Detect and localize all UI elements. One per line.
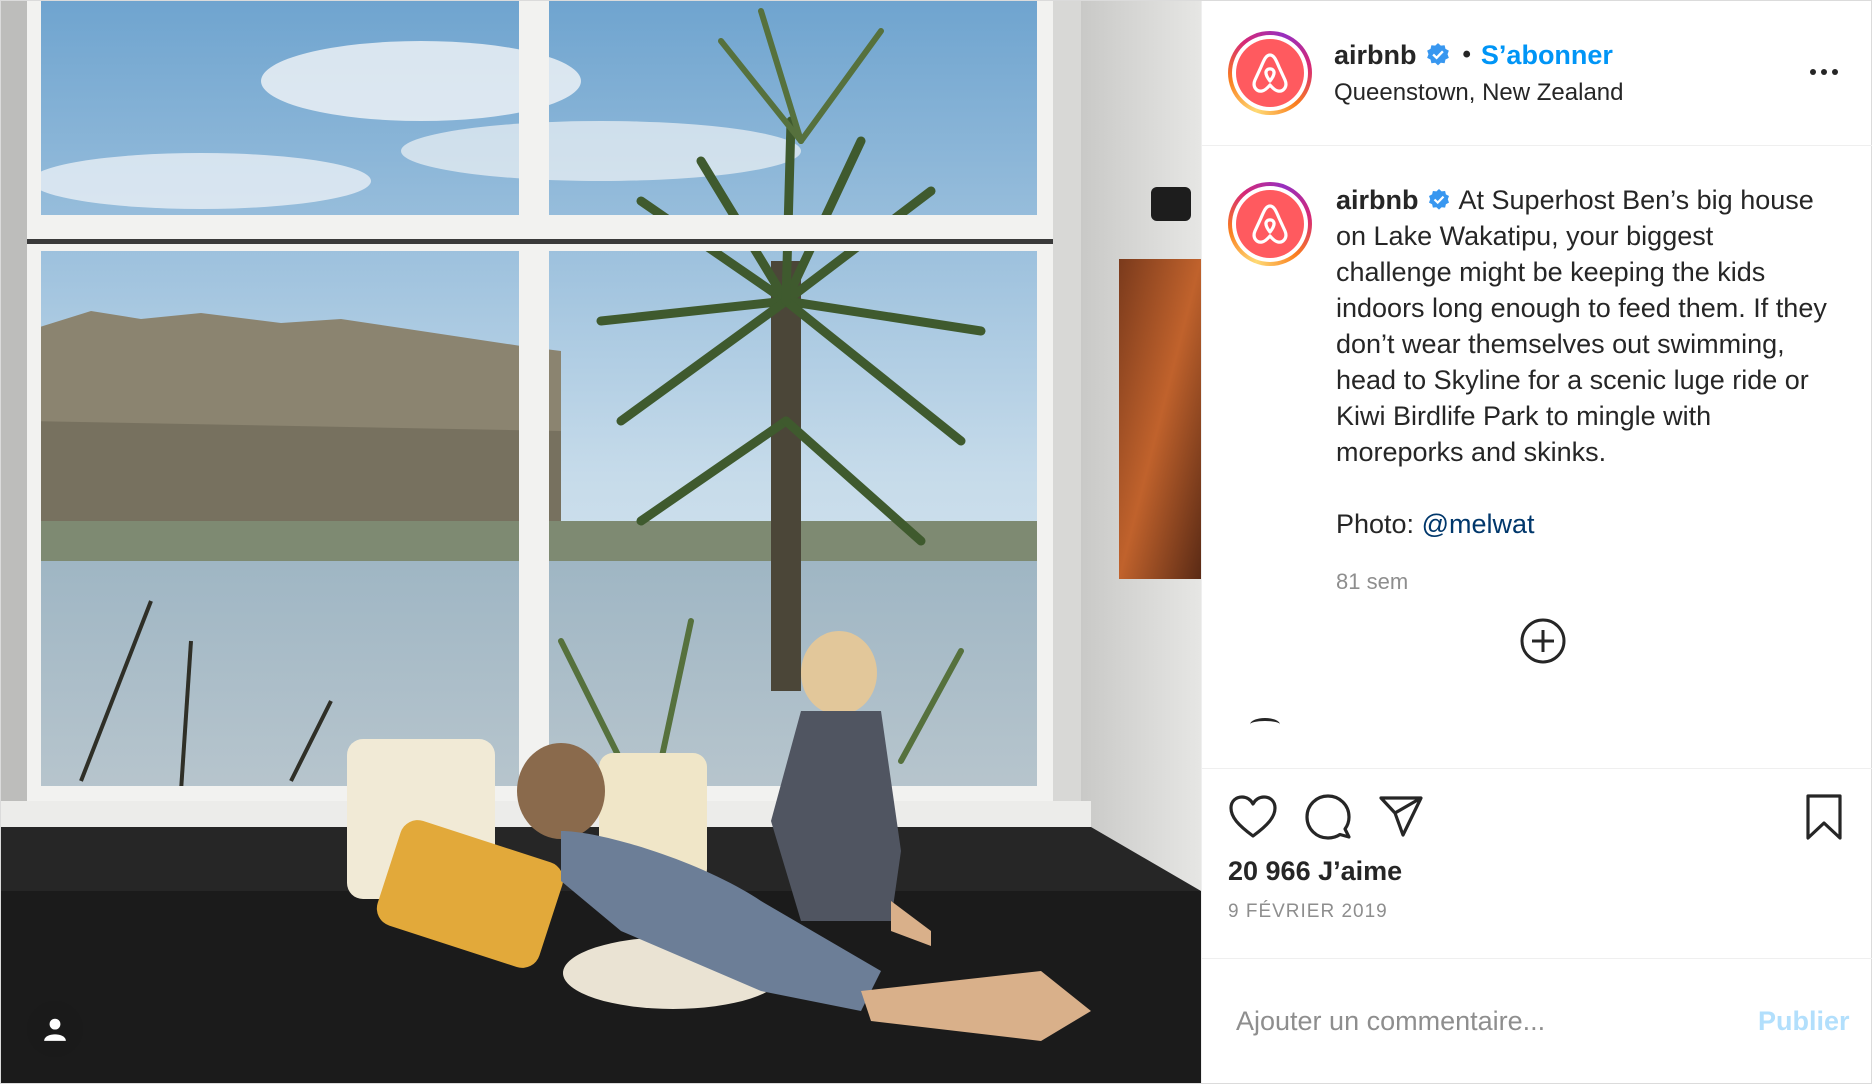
user-tag-icon[interactable] <box>27 1001 83 1057</box>
caption-timestamp[interactable]: 81 sem <box>1336 564 1836 600</box>
bookmark-icon[interactable] <box>1804 793 1844 846</box>
caption: airbnb At Superhost Ben’s big house on La… <box>1336 182 1836 600</box>
post-side-panel: airbnb • S’abonner Queenstown, New Zeala… <box>1201 1 1872 1083</box>
post-date[interactable]: 9 FÉVRIER 2019 <box>1228 901 1858 923</box>
comment-input[interactable] <box>1234 1004 1758 1038</box>
more-options-icon[interactable] <box>1809 57 1844 87</box>
post-container: airbnb • S’abonner Queenstown, New Zeala… <box>0 0 1872 1084</box>
photo-credit: Photo: @melwat <box>1336 506 1836 542</box>
heart-icon[interactable] <box>1228 794 1278 840</box>
airbnb-logo-icon <box>1252 53 1288 93</box>
verified-badge-icon <box>1425 42 1451 68</box>
comment-box: Publier <box>1202 958 1872 1083</box>
separator-dot: • <box>1462 41 1471 68</box>
next-comment-avatar-peek <box>1250 718 1280 731</box>
follow-button[interactable]: S’abonner <box>1481 40 1613 71</box>
avatar[interactable] <box>1228 31 1312 115</box>
username-link[interactable]: airbnb <box>1334 40 1417 71</box>
likes-count[interactable]: 20 966 J’aime <box>1228 856 1858 887</box>
airbnb-logo-icon <box>1252 204 1288 244</box>
comment-icon[interactable] <box>1304 793 1352 841</box>
post-photo[interactable] <box>1 1 1201 1083</box>
publish-button[interactable]: Publier <box>1758 1006 1850 1037</box>
comments-section: airbnb At Superhost Ben’s big house on La… <box>1202 146 1872 768</box>
photo-credit-label: Photo: <box>1336 509 1415 539</box>
caption-text: At Superhost Ben’s big house on Lake Wak… <box>1336 185 1827 467</box>
actions-area: 20 966 J’aime 9 FÉVRIER 2019 <box>1202 768 1872 958</box>
verified-badge-icon <box>1427 188 1451 212</box>
mention-link[interactable]: @melwat <box>1422 509 1535 539</box>
post-image <box>1 1 1201 1083</box>
plus-circle-icon[interactable] <box>1518 616 1568 666</box>
caption-username[interactable]: airbnb <box>1336 185 1419 215</box>
post-header: airbnb • S’abonner Queenstown, New Zeala… <box>1202 1 1872 146</box>
caption-avatar[interactable] <box>1228 182 1312 266</box>
share-icon[interactable] <box>1378 795 1424 839</box>
location-link[interactable]: Queenstown, New Zealand <box>1334 79 1624 107</box>
header-text: airbnb • S’abonner Queenstown, New Zeala… <box>1334 40 1624 107</box>
action-bar <box>1228 769 1858 864</box>
caption-row: airbnb At Superhost Ben’s big house on La… <box>1228 182 1858 600</box>
